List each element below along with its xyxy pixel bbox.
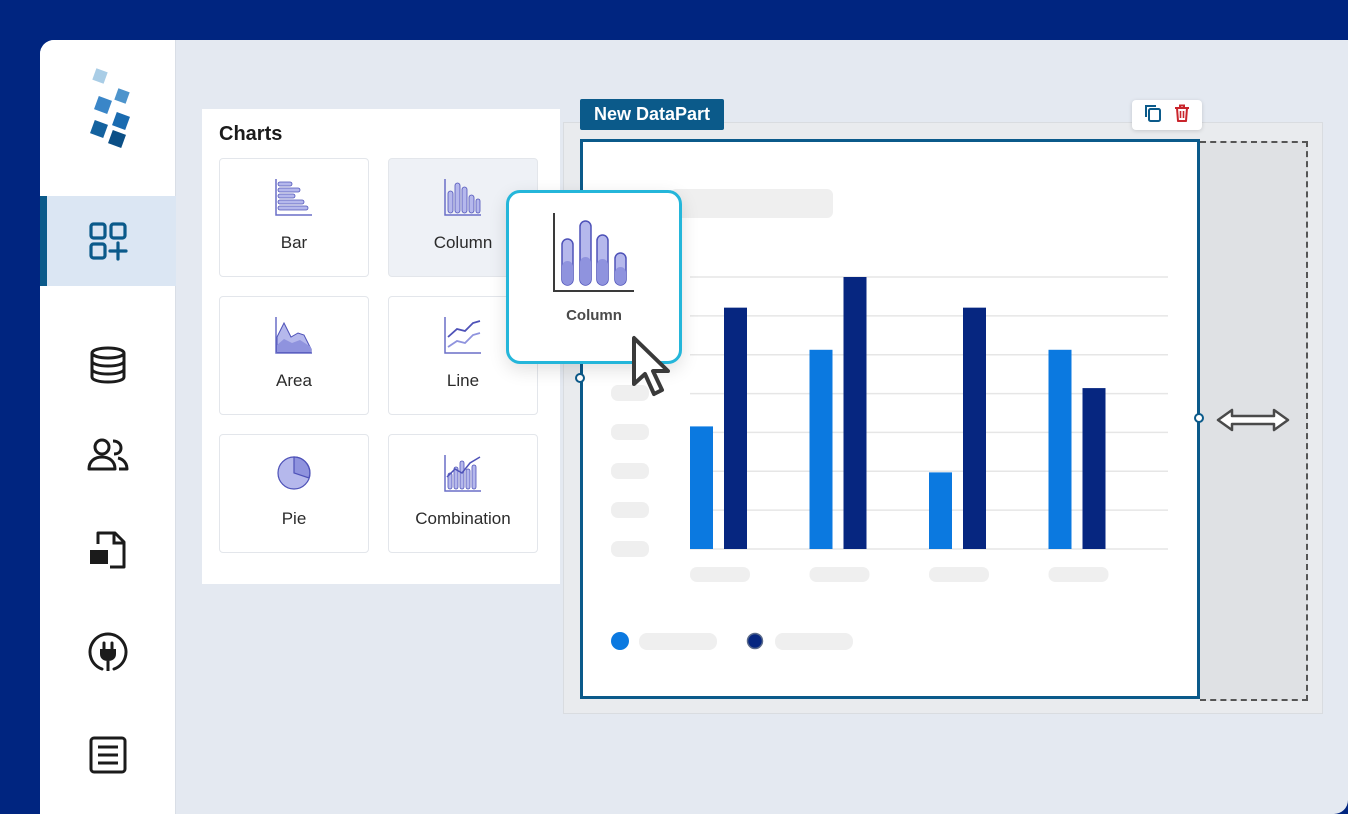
- drag-preview-label: Column: [566, 307, 622, 324]
- sidebar-item-import[interactable]: [40, 505, 176, 595]
- chart-tile-pie[interactable]: Pie: [219, 434, 369, 553]
- legend-label-placeholder: [775, 633, 853, 650]
- legend-swatch-series-2: [746, 632, 764, 650]
- chart-tile-area[interactable]: Area: [219, 296, 369, 415]
- chart-tile-label: Column: [433, 233, 493, 252]
- resize-handle-right[interactable]: [1194, 413, 1204, 423]
- x-tick-label-placeholder: [1048, 567, 1109, 582]
- copy-icon[interactable]: [1143, 103, 1163, 128]
- sidebar-item-add-widget[interactable]: [40, 196, 176, 286]
- trash-icon[interactable]: [1172, 103, 1192, 128]
- bar-series-1: [809, 349, 833, 549]
- sidebar-item-users[interactable]: [40, 410, 176, 500]
- chart-tile-label: Bar: [280, 233, 308, 252]
- line-chart-icon: [444, 317, 481, 354]
- bar-series-1: [690, 426, 713, 549]
- sidebar-item-reports[interactable]: [40, 710, 176, 800]
- chart-tile-label: Area: [276, 371, 312, 390]
- chart-title-placeholder: [670, 189, 833, 218]
- bar-series-1: [929, 472, 952, 549]
- datapart-toolbar: [1132, 100, 1202, 130]
- app-logo: [86, 68, 136, 150]
- users-icon: [87, 438, 129, 471]
- chart-tile-bar[interactable]: Bar: [219, 158, 369, 277]
- resize-handle-left[interactable]: [575, 373, 585, 383]
- bar-chart-icon: [275, 179, 312, 216]
- sidebar-item-database[interactable]: [40, 320, 176, 410]
- plug-icon: [88, 632, 128, 671]
- x-tick-label-placeholder: [929, 567, 989, 582]
- charts-panel-title: Charts: [219, 123, 283, 145]
- chart-tile-label: Combination: [415, 509, 511, 528]
- area-chart-icon: [275, 317, 312, 354]
- sidebar: [40, 40, 176, 814]
- mouse-pointer-icon: [630, 334, 678, 405]
- combination-chart-icon: [444, 455, 481, 492]
- add-widget-icon: [89, 222, 128, 261]
- column-chart-icon: [444, 179, 481, 216]
- y-tick-label-placeholder: [611, 424, 649, 440]
- bar-series-2: [724, 307, 747, 549]
- bar-series-1: [1048, 349, 1072, 549]
- document-list-icon: [89, 736, 127, 774]
- legend-swatch-series-1: [611, 632, 629, 650]
- bar-series-2: [963, 307, 986, 549]
- chart-tile-combination[interactable]: Combination: [388, 434, 538, 553]
- app-window: Charts Bar Column Area Line Pie Combinat…: [40, 40, 1348, 814]
- import-file-icon: [90, 531, 126, 569]
- chart-tile-label: Line: [446, 371, 480, 390]
- column-chart-icon: [553, 213, 634, 292]
- legend-label-placeholder: [639, 633, 717, 650]
- bar-series-2: [843, 277, 867, 549]
- y-tick-label-placeholder: [611, 502, 649, 518]
- x-tick-label-placeholder: [809, 567, 870, 582]
- database-icon: [90, 346, 126, 384]
- sidebar-item-connections[interactable]: [40, 608, 176, 698]
- horizontal-resize-icon: [1214, 406, 1292, 439]
- datapart-title: New DataPart: [580, 99, 725, 130]
- pie-chart-icon: [277, 456, 311, 490]
- bar-series-2: [1082, 388, 1106, 549]
- y-tick-label-placeholder: [611, 541, 649, 557]
- y-tick-label-placeholder: [611, 463, 649, 479]
- chart-tile-label: Pie: [281, 509, 307, 528]
- x-tick-label-placeholder: [690, 567, 750, 582]
